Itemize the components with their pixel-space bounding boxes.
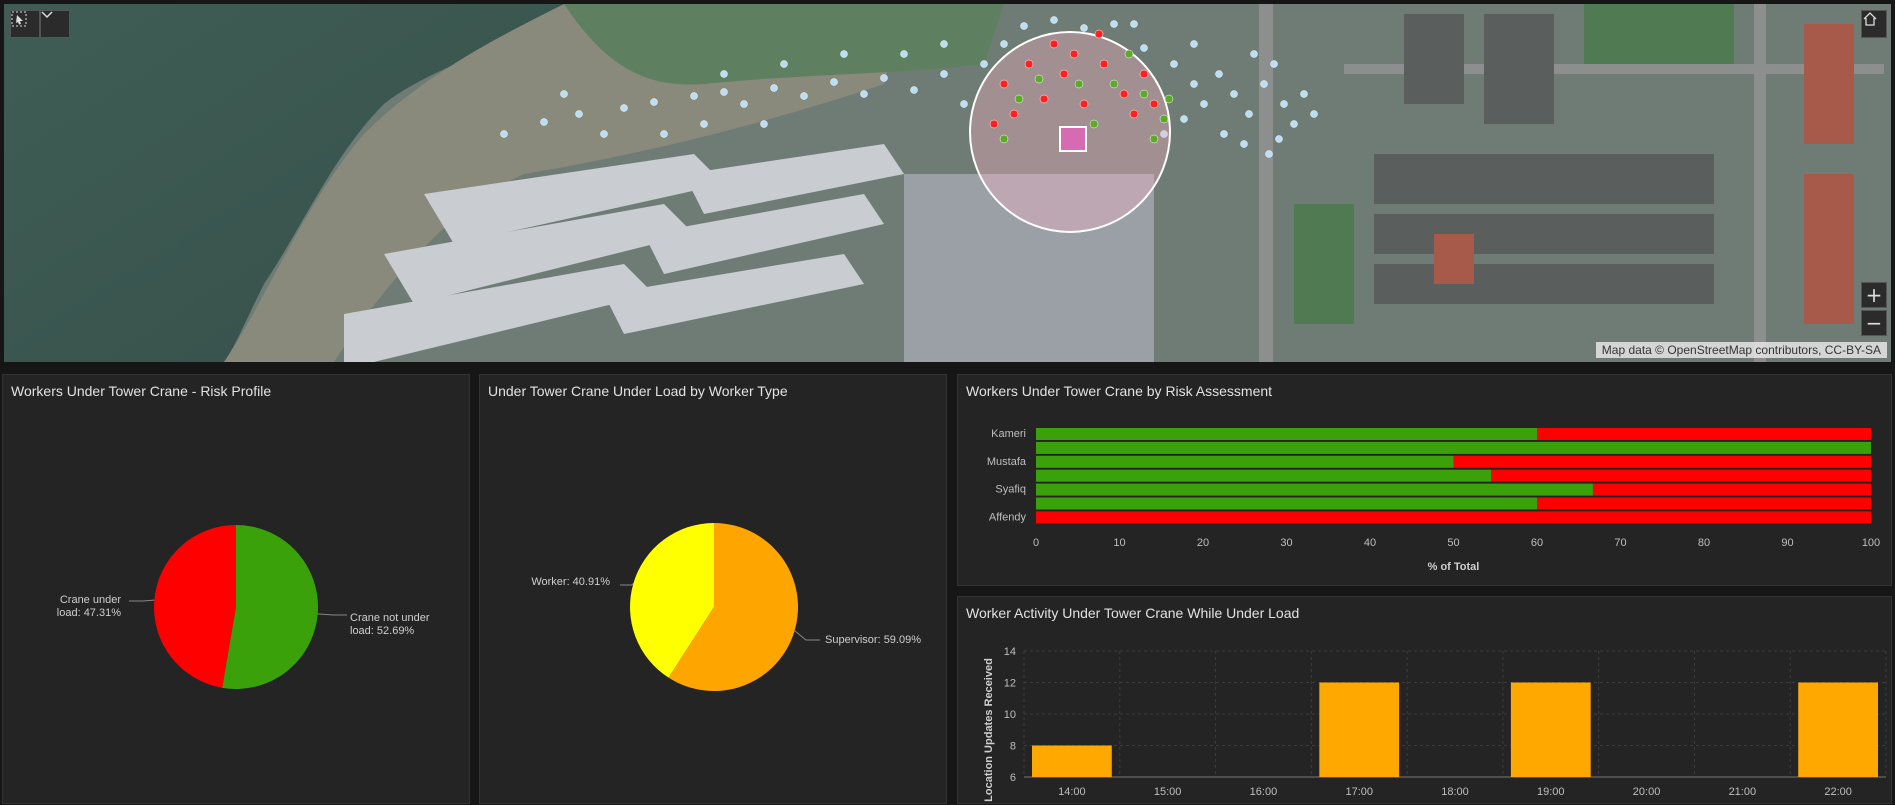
- worker-type-pie-chart: Worker: 40.91% Supervisor: 59.09%: [531, 523, 921, 691]
- y-axis-title: Location Updates Received: [983, 658, 995, 802]
- pie-label-line: Supervisor: 59.09%: [825, 634, 921, 646]
- pie-slice-crane-not-under-load: [222, 525, 318, 689]
- pie-slice-crane-under-load: [154, 525, 236, 688]
- zoom-out-button[interactable]: −: [1861, 310, 1887, 336]
- x-tick-label: 60: [1531, 537, 1543, 549]
- zoom-in-button[interactable]: +: [1861, 282, 1887, 308]
- x-tick-label: 90: [1781, 537, 1793, 549]
- y-tick-label: 8: [1010, 741, 1016, 753]
- column-bar: [1319, 682, 1400, 777]
- pie-label-line: load: 47.31%: [57, 607, 121, 619]
- chevron-down-icon: [41, 11, 53, 19]
- bar-segment: [1036, 483, 1593, 496]
- pie-label-line: Crane under: [60, 594, 121, 606]
- x-tick-label: 40: [1364, 537, 1376, 549]
- y-tick-label: 14: [1004, 646, 1016, 658]
- select-tool-dropdown[interactable]: [40, 10, 70, 38]
- x-tick-label: 100: [1862, 537, 1880, 549]
- risk-assessment-bar-chart: Kameri Mustafa Syafiq Affendy 0 10 20 30 40 50 60 7…: [987, 428, 1880, 573]
- pie-label: Crane not under load: 52.69%: [350, 612, 430, 637]
- pie-label: Supervisor: 59.09%: [825, 634, 921, 646]
- x-tick-label: 21:00: [1729, 786, 1757, 798]
- activity-column-chart: 6 8 10 12 14 14:00 15:00 16:00 17:00 18:00 19:00 20…: [983, 646, 1887, 802]
- x-tick-label: 19:00: [1537, 786, 1565, 798]
- x-tick-label: 22:00: [1824, 786, 1852, 798]
- x-tick-label: 18:00: [1441, 786, 1469, 798]
- x-tick-label: 16:00: [1250, 786, 1278, 798]
- bar-segment: [1036, 441, 1871, 454]
- category-label: Syafiq: [995, 484, 1026, 496]
- column-bar: [1798, 682, 1878, 777]
- pie-label-line: Crane not under: [350, 612, 430, 624]
- y-tick-label: 12: [1004, 678, 1016, 690]
- bar-segment: [1036, 469, 1492, 482]
- x-tick-label: 20:00: [1633, 786, 1661, 798]
- leader-line: [317, 613, 347, 616]
- bar-segment: [1592, 483, 1871, 496]
- x-tick-label: 50: [1447, 537, 1459, 549]
- column-bar: [1510, 682, 1591, 777]
- category-label: Kameri: [991, 428, 1026, 440]
- home-icon: [1863, 12, 1877, 26]
- pie-label: Worker: 40.91%: [531, 576, 610, 588]
- bar-segment: [1036, 428, 1537, 440]
- y-tick-label: 10: [1004, 709, 1016, 721]
- pie-label-line: Worker: 40.91%: [531, 576, 610, 588]
- pie-label-line: load: 52.69%: [350, 625, 414, 637]
- risk-assessment-panel: Workers Under Tower Crane by Risk Assess…: [957, 374, 1892, 586]
- cursor-select-icon: [11, 11, 27, 27]
- pie-label: Crane under load: 47.31%: [57, 594, 122, 619]
- bar-segment: [1453, 455, 1871, 468]
- y-tick-label: 6: [1010, 772, 1016, 784]
- leader-line: [129, 599, 155, 602]
- x-tick-label: 15:00: [1154, 786, 1182, 798]
- bar-segment: [1491, 469, 1871, 482]
- x-tick-label: 30: [1280, 537, 1292, 549]
- x-tick-label: 10: [1113, 537, 1125, 549]
- activity-panel: Worker Activity Under Tower Crane While …: [957, 596, 1892, 804]
- bar-segment: [1036, 497, 1537, 510]
- x-tick-label: 70: [1614, 537, 1626, 549]
- bar-segment: [1537, 497, 1871, 510]
- x-tick-label: 80: [1698, 537, 1710, 549]
- risk-profile-pie-chart: Crane under load: 47.31% Crane not under lo…: [57, 525, 430, 689]
- worker-type-panel: Under Tower Crane Under Load by Worker T…: [479, 374, 947, 804]
- map-imagery: [4, 4, 1891, 362]
- select-tool-button[interactable]: [10, 10, 40, 38]
- leader-line: [620, 583, 634, 586]
- x-tick-label: 14:00: [1058, 786, 1086, 798]
- x-axis-title: % of Total: [1428, 561, 1480, 573]
- bar-segment: [1537, 428, 1871, 440]
- home-button[interactable]: [1861, 10, 1887, 38]
- leader-line: [794, 630, 820, 641]
- x-tick-label: 0: [1033, 537, 1039, 549]
- category-label: Mustafa: [987, 456, 1027, 468]
- map-attribution: Map data © OpenStreetMap contributors, C…: [1595, 342, 1887, 358]
- column-bar: [1032, 745, 1112, 777]
- risk-profile-panel: Workers Under Tower Crane - Risk Profile…: [2, 374, 470, 804]
- bar-segment: [1036, 455, 1454, 468]
- x-tick-label: 17:00: [1345, 786, 1373, 798]
- map-view[interactable]: + − Map data © OpenStreetMap contributor…: [4, 4, 1891, 362]
- bar-segment: [1036, 511, 1871, 524]
- x-tick-label: 20: [1197, 537, 1209, 549]
- category-label: Affendy: [989, 511, 1027, 523]
